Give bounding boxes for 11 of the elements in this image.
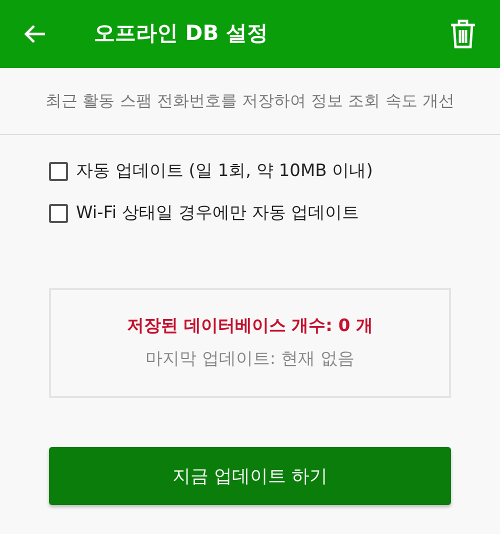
update-now-button[interactable]: 지금 업데이트 하기 [49,447,451,505]
screen-title: 오프라인 DB 설정 [94,20,268,48]
database-count: 저장된 데이터베이스 개수: 0 개 [126,314,374,338]
checkbox[interactable] [49,162,68,182]
last-update-text: 마지막 업데이트: 현재 없음 [146,348,354,371]
back-icon[interactable] [24,25,46,43]
checkbox-label[interactable]: Wi-Fi 상태일 경우에만 자동 업데이트 [76,200,360,226]
checkbox-label[interactable]: 자동 업데이트 (일 1회, 약 10MB 이내) [76,159,373,184]
trash-icon[interactable] [450,19,476,49]
description-text: 최근 활동 스팸 전화번호를 저장하여 정보 조회 속도 개선 [46,90,454,112]
checkbox[interactable] [49,204,68,223]
